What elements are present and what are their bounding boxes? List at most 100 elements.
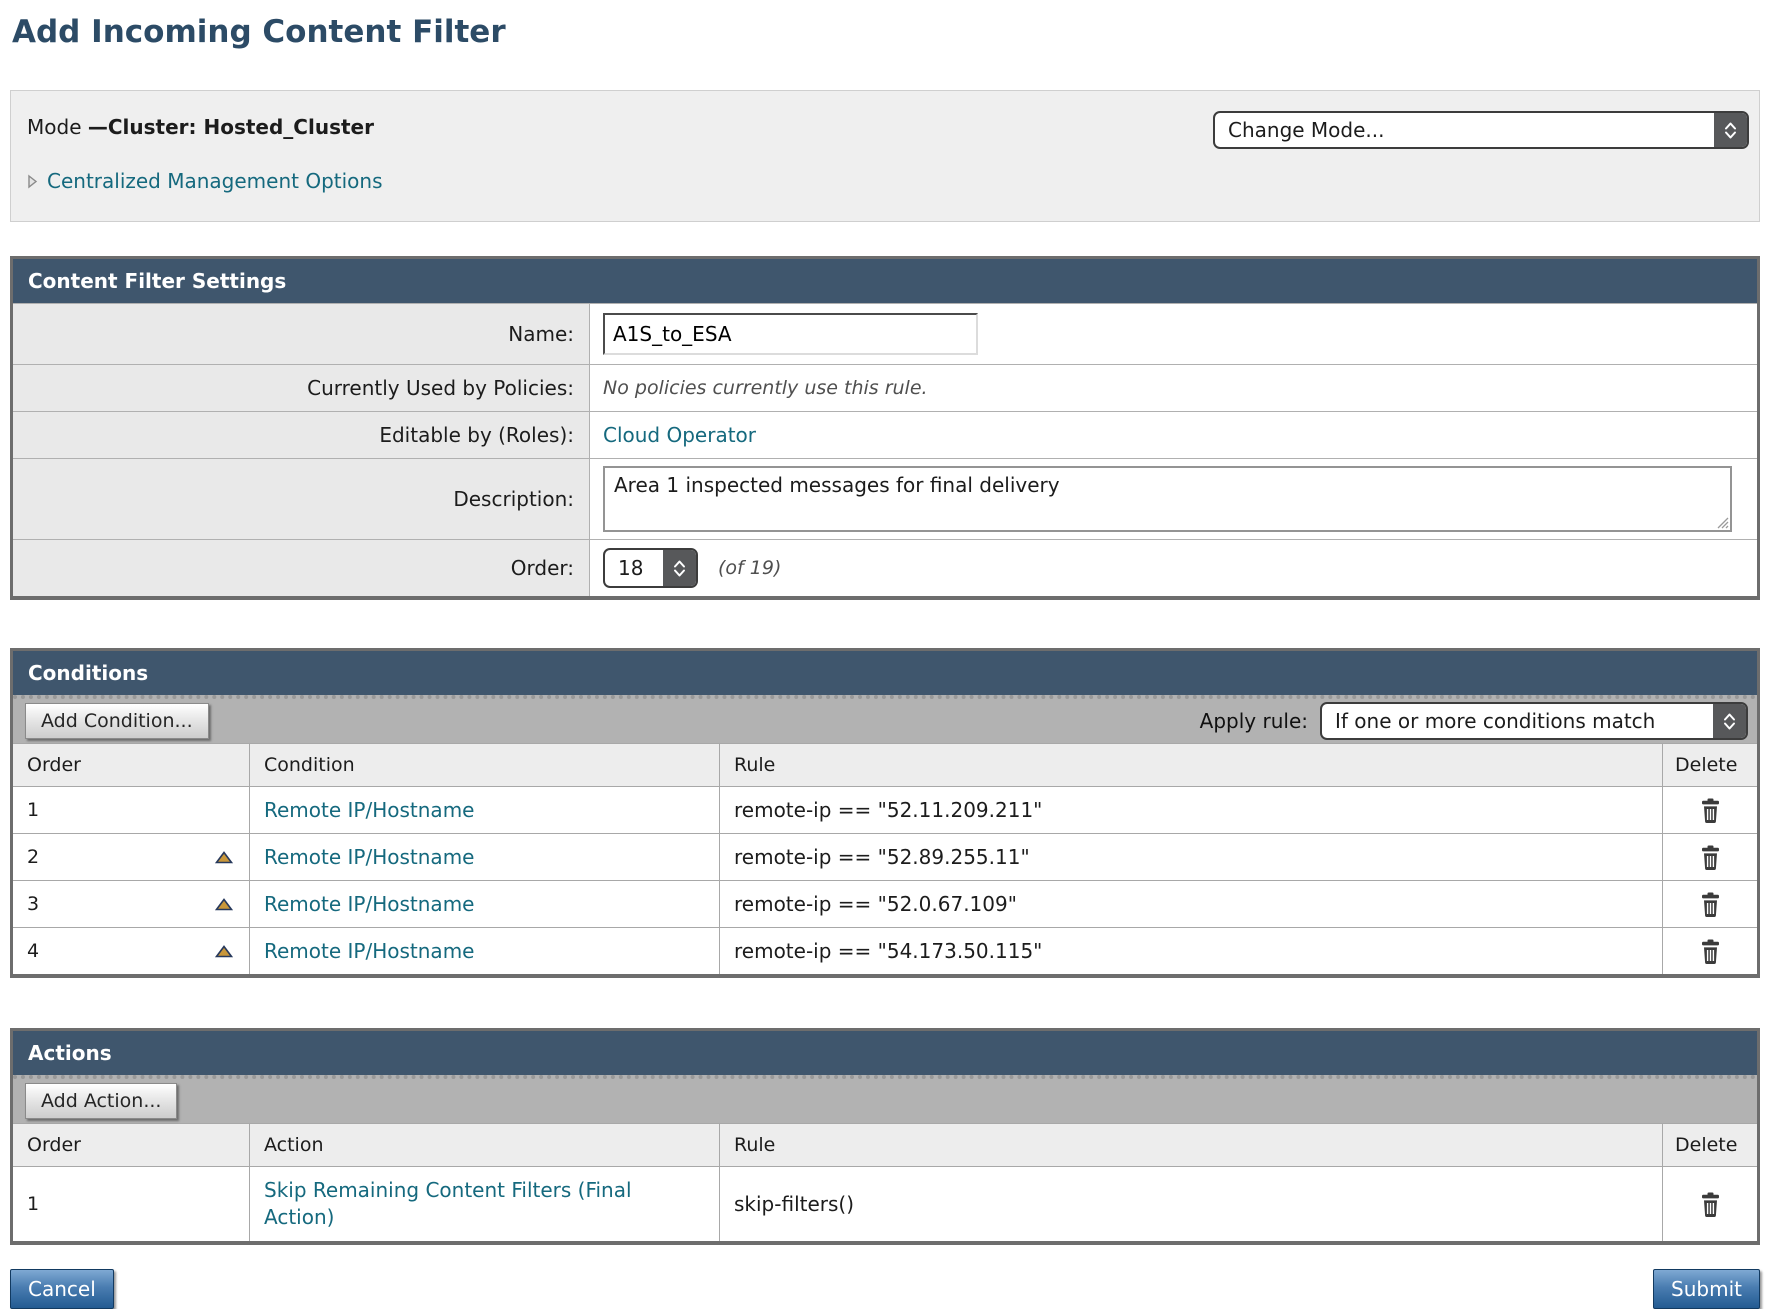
delete-condition-button[interactable] [1699,798,1722,823]
delete-action-button[interactable] [1699,1192,1722,1217]
order-total: (of 19) [718,557,781,579]
table-row: 1 Skip Remaining Content Filters (Final … [13,1166,1757,1241]
apply-rule-select[interactable]: If one or more conditions match [1320,702,1748,740]
action-order: 1 [27,1193,39,1215]
condition-rule: remote-ip == "52.89.255.11" [734,845,1030,869]
add-action-button[interactable]: Add Action... [25,1083,177,1119]
change-mode-select[interactable]: Change Mode... [1213,111,1749,149]
action-link[interactable]: Skip Remaining Content Filters (Final Ac… [264,1167,719,1241]
col-header-order: Order [13,744,250,786]
col-header-rule: Rule [720,744,1663,786]
table-row: 4 Remote IP/Hostname remote-ip == "54.17… [13,927,1757,974]
cancel-button[interactable]: Cancel [10,1269,114,1309]
order-label: Order: [13,540,590,596]
col-header-order: Order [13,1124,250,1166]
trash-icon [1699,798,1722,823]
condition-order: 1 [27,799,39,821]
move-up-arrow-icon [215,945,233,958]
resize-grip-icon[interactable] [1715,515,1729,529]
settings-row-policies: Currently Used by Policies: No policies … [13,364,1757,411]
order-select-value: 18 [618,556,643,580]
move-up-arrow-icon [215,898,233,911]
condition-rule: remote-ip == "52.0.67.109" [734,892,1017,916]
name-input[interactable] [603,313,978,355]
settings-row-name: Name: [13,303,1757,364]
settings-row-order: Order: 18 (of 19) [13,539,1757,596]
apply-rule-label: Apply rule: [1200,709,1308,733]
chevron-down-icon [673,569,686,577]
submit-button[interactable]: Submit [1653,1269,1760,1309]
move-up-button[interactable] [215,851,233,864]
delete-condition-button[interactable] [1699,892,1722,917]
condition-link[interactable]: Remote IP/Hostname [264,939,474,963]
trash-icon [1699,845,1722,870]
condition-rule: remote-ip == "52.11.209.211" [734,798,1042,822]
col-header-delete: Delete [1663,744,1757,786]
mode-panel: Mode —Cluster: Hosted_Cluster Change Mod… [10,90,1760,222]
col-header-action: Action [250,1124,720,1166]
footer: Cancel Submit [10,1269,1760,1309]
content-filter-settings-panel: Content Filter Settings Name: Currently … [10,256,1760,600]
actions-toolbar: Add Action... [13,1075,1757,1123]
chevron-down-icon [1724,131,1737,139]
condition-order: 4 [27,940,39,962]
delete-condition-button[interactable] [1699,845,1722,870]
settings-panel-header: Content Filter Settings [13,259,1757,303]
apply-rule-group: Apply rule: If one or more conditions ma… [1200,702,1757,740]
editable-label: Editable by (Roles): [13,412,590,458]
description-textarea[interactable]: Area 1 inspected messages for final deli… [603,466,1732,532]
actions-panel: Actions Add Action... Order Action Rule … [10,1028,1760,1245]
move-up-arrow-icon [215,851,233,864]
description-text: Area 1 inspected messages for final deli… [614,473,1060,497]
conditions-panel: Conditions Add Condition... Apply rule: … [10,648,1760,978]
condition-order: 3 [27,893,39,915]
conditions-toolbar: Add Condition... Apply rule: If one or m… [13,695,1757,743]
condition-link[interactable]: Remote IP/Hostname [264,798,474,822]
policies-label: Currently Used by Policies: [13,365,590,411]
action-rule: skip-filters() [734,1192,854,1216]
chevron-up-icon [673,560,686,568]
condition-rule: remote-ip == "54.173.50.115" [734,939,1042,963]
mode-label: Mode [27,115,88,139]
page-title: Add Incoming Content Filter [12,14,1770,50]
change-mode-select-value: Change Mode... [1228,118,1385,142]
condition-order: 2 [27,846,39,868]
delete-condition-button[interactable] [1699,939,1722,964]
apply-rule-select-value: If one or more conditions match [1335,709,1655,733]
conditions-table-header: Order Condition Rule Delete [13,743,1757,786]
trash-icon [1699,1192,1722,1217]
col-header-condition: Condition [250,744,720,786]
centralized-management-options-link[interactable]: Centralized Management Options [47,169,383,193]
centralized-management-row: Centralized Management Options [27,169,1743,193]
page: Add Incoming Content Filter Mode —Cluste… [0,14,1770,1309]
settings-row-editable: Editable by (Roles): Cloud Operator [13,411,1757,458]
name-label: Name: [13,304,590,364]
conditions-panel-header: Conditions [13,651,1757,695]
condition-link[interactable]: Remote IP/Hostname [264,845,474,869]
policies-value: No policies currently use this rule. [603,377,928,399]
settings-row-description: Description: Area 1 inspected messages f… [13,458,1757,539]
description-label: Description: [13,459,590,539]
select-stepper-icon [1714,113,1747,147]
actions-table-header: Order Action Rule Delete [13,1123,1757,1166]
cloud-operator-link[interactable]: Cloud Operator [603,423,756,447]
condition-link[interactable]: Remote IP/Hostname [264,892,474,916]
trash-icon [1699,939,1722,964]
add-condition-button[interactable]: Add Condition... [25,703,209,739]
select-stepper-icon [663,550,696,586]
order-select[interactable]: 18 [603,548,698,588]
actions-panel-header: Actions [13,1031,1757,1075]
col-header-rule: Rule [720,1124,1663,1166]
trash-icon [1699,892,1722,917]
mode-value: —Cluster: Hosted_Cluster [88,115,374,139]
select-stepper-icon [1713,704,1746,738]
table-row: 3 Remote IP/Hostname remote-ip == "52.0.… [13,880,1757,927]
move-up-button[interactable] [215,945,233,958]
chevron-up-icon [1724,122,1737,130]
move-up-button[interactable] [215,898,233,911]
table-row: 1 Remote IP/Hostname remote-ip == "52.11… [13,786,1757,833]
col-header-delete: Delete [1663,1124,1757,1166]
chevron-up-icon [1723,713,1736,721]
disclosure-triangle-icon [27,174,38,189]
table-row: 2 Remote IP/Hostname remote-ip == "52.89… [13,833,1757,880]
